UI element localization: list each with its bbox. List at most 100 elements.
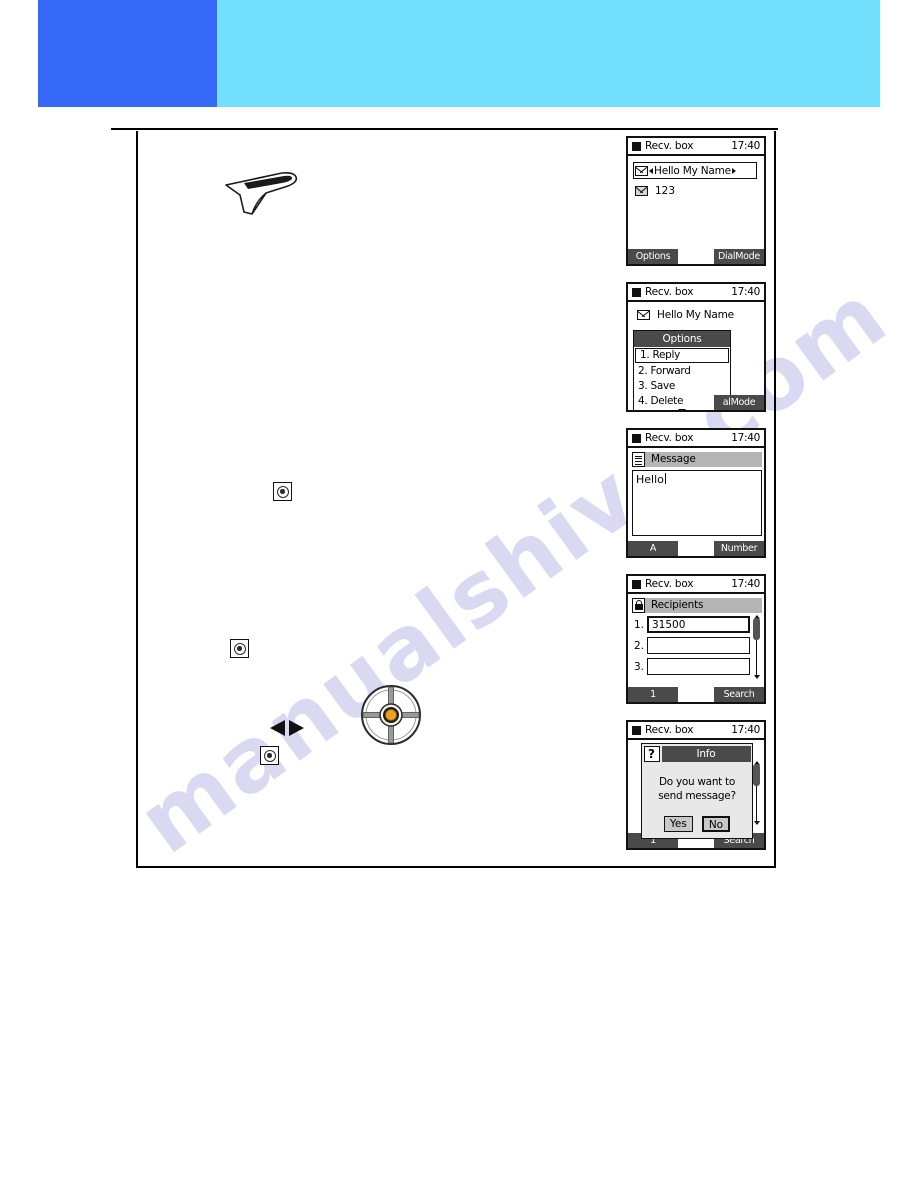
signal-block-icon xyxy=(632,725,641,735)
envelope-read-icon xyxy=(635,186,648,196)
clock-label: 17:40 xyxy=(731,432,760,444)
page-top-rule xyxy=(111,128,778,130)
signal-block-icon xyxy=(632,287,641,297)
status-bar: Recv. box 17:40 xyxy=(628,722,764,740)
left-right-arrow-icon xyxy=(267,717,307,739)
status-bar: Recv. box 17:40 xyxy=(628,284,764,302)
dialog-button-row: Yes No xyxy=(642,816,752,832)
dialog-message-line1: Do you want to xyxy=(659,776,735,788)
yes-button[interactable]: Yes xyxy=(663,816,693,832)
clock-label: 17:40 xyxy=(731,724,760,736)
screen-title: Recv. box xyxy=(645,286,694,298)
info-dialog: ? Info Do you want to send message? Yes … xyxy=(641,743,753,839)
clock-label: 17:40 xyxy=(731,286,760,298)
no-button[interactable]: No xyxy=(701,816,731,832)
screen-title: Recv. box xyxy=(645,578,694,590)
hand-pointer-illustration xyxy=(222,169,302,217)
round-key-icon xyxy=(260,746,279,765)
phone-screen-send-confirm: Recv. box 17:40 1 Search ? Info Do you w… xyxy=(626,720,766,850)
list-item[interactable]: 123 xyxy=(635,185,675,197)
scroll-down-arrow-icon[interactable] xyxy=(753,675,760,679)
dialog-titlebar: ? Info xyxy=(642,744,752,763)
screen-body: Recipients 1. 31500 2. 3. 1 Search xyxy=(628,594,764,702)
phone-screen-inbox-list: Recv. box 17:40 Hello My Name 123 Option… xyxy=(626,136,766,266)
phone-screen-recipients: Recv. box 17:40 Recipients 1. 31500 2. 3… xyxy=(626,574,766,704)
screen-body: Message Hello A Number xyxy=(628,448,764,556)
screen-title: Recv. box xyxy=(645,724,694,736)
header-color-block-secondary xyxy=(217,0,880,107)
field-header: Recipients xyxy=(632,598,762,613)
message-text-input[interactable]: Hello xyxy=(632,470,762,536)
clock-label: 17:40 xyxy=(731,578,760,590)
phone-screen-message-compose: Recv. box 17:40 Message Hello A Number xyxy=(626,428,766,558)
envelope-icon xyxy=(637,310,650,320)
round-key-icon xyxy=(230,639,249,658)
round-key-icon xyxy=(273,482,292,501)
recipient-row: 3. xyxy=(632,658,750,675)
softkey-right[interactable]: Number xyxy=(714,541,764,556)
scrollbar[interactable] xyxy=(753,615,760,679)
envelope-icon xyxy=(635,165,648,176)
dialog-title-label: Info xyxy=(661,745,751,762)
signal-block-icon xyxy=(632,141,641,151)
softkey-left[interactable]: 1 xyxy=(628,687,678,702)
softkey-left[interactable]: Options xyxy=(628,249,678,264)
recipient-input-3[interactable] xyxy=(647,658,750,675)
recipient-input-2[interactable] xyxy=(647,637,750,654)
question-mark-icon: ? xyxy=(643,745,660,762)
menu-item-save[interactable]: 3. Save xyxy=(634,379,730,394)
header-banner xyxy=(38,0,880,107)
navigation-wheel-icon xyxy=(360,684,422,746)
dialog-message-line2: send message? xyxy=(658,790,736,802)
marquee-left-arrow-icon xyxy=(649,167,653,174)
message-header: Hello My Name xyxy=(637,309,734,321)
field-header-label: Recipients xyxy=(645,598,762,613)
recipient-index: 2. xyxy=(633,639,644,652)
scrollbar-thumb[interactable] xyxy=(753,764,760,786)
list-item-label: 123 xyxy=(655,185,676,197)
header-color-block-primary xyxy=(38,0,217,107)
options-popup-title: Options xyxy=(634,331,730,347)
screen-body: 1 Search ? Info Do you want to send mess… xyxy=(628,740,764,848)
message-header-label: Hello My Name xyxy=(657,309,734,321)
phone-screen-options-menu: Recv. box 17:40 Hello My Name Options 1.… xyxy=(626,282,766,412)
recipient-index: 1. xyxy=(633,618,644,631)
dialog-message: Do you want to send message? xyxy=(642,775,752,803)
softkey-bar: Options DialMode xyxy=(628,249,764,264)
lock-icon xyxy=(632,598,645,613)
scroll-down-arrow-icon[interactable] xyxy=(753,821,760,825)
screen-title: Recv. box xyxy=(645,140,694,152)
scrollbar[interactable] xyxy=(753,761,760,825)
softkey-right[interactable]: Search xyxy=(714,687,764,702)
recipient-input-1[interactable]: 31500 xyxy=(647,616,750,633)
field-header: Message xyxy=(632,452,762,467)
list-item-label: Hello My Name xyxy=(654,164,731,177)
softkey-right[interactable]: DialMode xyxy=(714,249,764,264)
menu-item-forward[interactable]: 2. Forward xyxy=(634,364,730,379)
signal-block-icon xyxy=(632,433,641,443)
softkey-left[interactable]: A xyxy=(628,541,678,556)
recipient-row: 2. xyxy=(632,637,750,654)
phone-screen-sequence: Recv. box 17:40 Hello My Name 123 Option… xyxy=(626,136,766,850)
status-bar: Recv. box 17:40 xyxy=(628,138,764,156)
message-text-value: Hello xyxy=(636,473,664,486)
marquee-right-arrow-icon xyxy=(731,167,736,174)
softkey-bar: alMode xyxy=(628,395,764,410)
screen-body: Hello My Name 123 Options DialMode xyxy=(628,156,764,264)
status-bar: Recv. box 17:40 xyxy=(628,576,764,594)
clock-label: 17:40 xyxy=(731,140,760,152)
list-item[interactable]: Hello My Name xyxy=(633,162,757,179)
softkey-bar: A Number xyxy=(628,541,764,556)
scrollbar-thumb[interactable] xyxy=(753,618,760,640)
menu-item-reply[interactable]: 1. Reply xyxy=(635,348,729,363)
recipient-index: 3. xyxy=(633,660,644,673)
recipient-row: 1. 31500 xyxy=(632,616,750,633)
softkey-bar: 1 Search xyxy=(628,687,764,702)
status-bar: Recv. box 17:40 xyxy=(628,430,764,448)
screen-title: Recv. box xyxy=(645,432,694,444)
signal-block-icon xyxy=(632,579,641,589)
document-icon xyxy=(632,452,645,467)
field-header-label: Message xyxy=(645,452,762,467)
screen-body: Hello My Name Options 1. Reply 2. Forwar… xyxy=(628,302,764,410)
softkey-right[interactable]: alMode xyxy=(714,395,764,410)
